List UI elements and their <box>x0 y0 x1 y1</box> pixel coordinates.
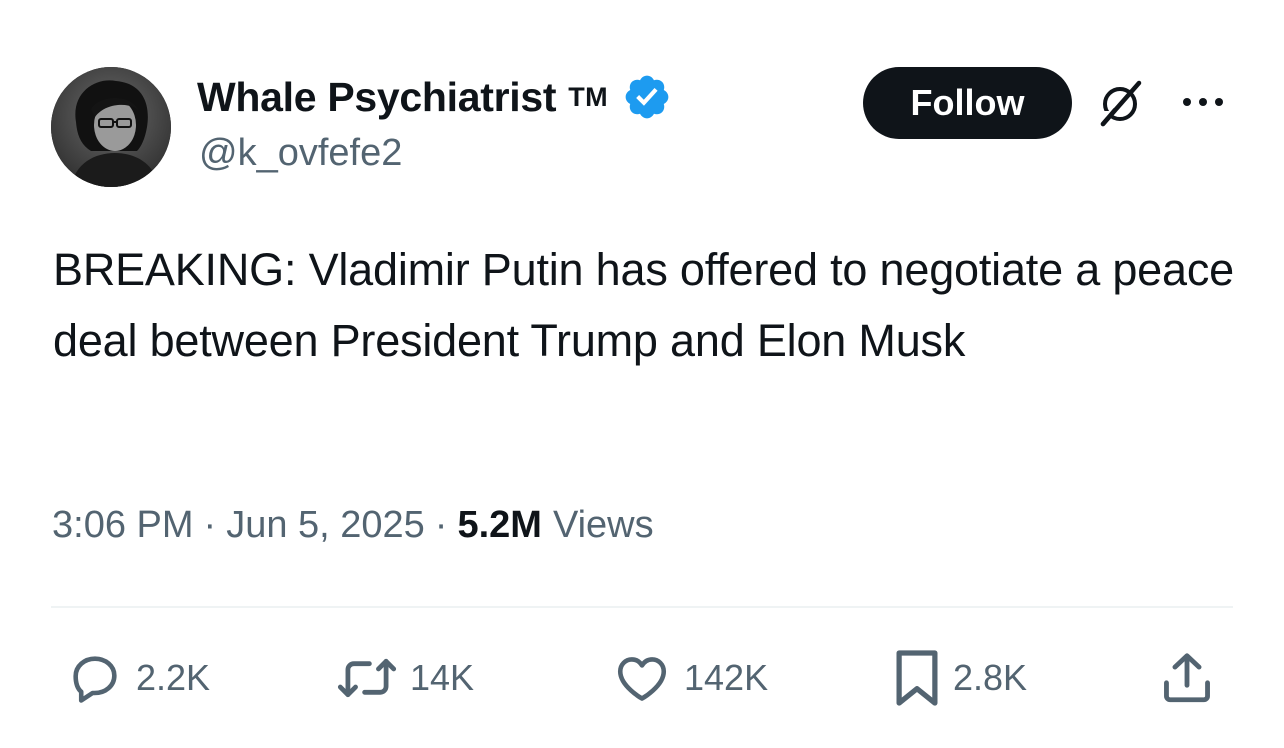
meta-separator: · <box>203 503 217 546</box>
grok-icon[interactable] <box>1095 78 1145 128</box>
meta-separator: · <box>434 503 448 546</box>
bookmark-button[interactable]: 2.8K <box>893 648 1027 708</box>
tweet-date[interactable]: Jun 5, 2025 <box>226 504 425 547</box>
divider <box>51 606 1233 608</box>
reply-icon <box>73 656 117 703</box>
repost-icon <box>337 658 397 698</box>
share-icon <box>1164 653 1210 703</box>
views-count: 5.2M <box>457 503 542 546</box>
repost-count: 14K <box>410 657 475 698</box>
author-handle[interactable]: @k_ovfefe2 <box>199 132 402 175</box>
heart-icon <box>617 657 667 701</box>
views-label: Views <box>552 503 654 546</box>
more-options-icon[interactable] <box>1180 94 1226 110</box>
reply-count: 2.2K <box>136 657 211 698</box>
follow-button[interactable]: Follow <box>863 67 1072 139</box>
verified-badge-icon[interactable] <box>622 72 672 122</box>
like-count: 142K <box>684 657 769 698</box>
avatar[interactable] <box>51 67 171 187</box>
reply-button[interactable]: 2.2K <box>66 648 210 708</box>
tweet-time[interactable]: 3:06 PM <box>52 504 194 547</box>
share-button[interactable] <box>1158 648 1216 708</box>
bookmark-icon <box>896 650 938 706</box>
like-button[interactable]: 142K <box>612 648 768 708</box>
bookmark-count: 2.8K <box>953 657 1028 698</box>
display-name-row[interactable]: Whale Psychiatrist TM <box>197 72 672 122</box>
display-name[interactable]: Whale Psychiatrist <box>197 74 556 121</box>
avatar-image <box>51 67 171 187</box>
trademark-label: TM <box>568 81 609 112</box>
tweet-meta: 3:06 PM · Jun 5, 2025 · 5.2M Views <box>52 500 654 550</box>
tweet-text: BREAKING: Vladimir Putin has offered to … <box>53 244 1234 366</box>
repost-button[interactable]: 14K <box>336 648 474 708</box>
